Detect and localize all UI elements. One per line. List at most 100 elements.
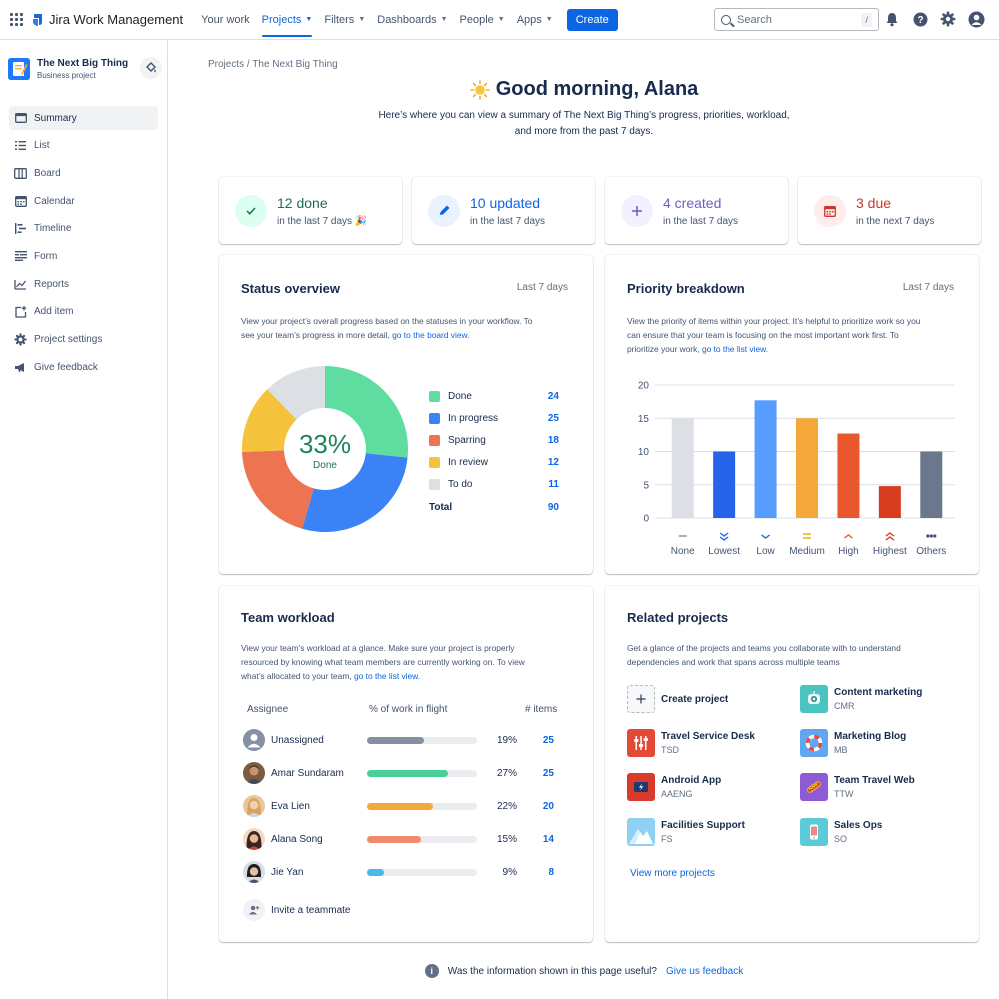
column-header-work: % of work in flight (369, 704, 448, 715)
legend-row-in-review[interactable]: In review 12 (429, 452, 559, 474)
stat-card-updated[interactable]: 10 updated in the last 7 days (412, 177, 595, 244)
legend-row-done[interactable]: Done 24 (429, 385, 559, 407)
bar-highest[interactable] (878, 486, 901, 518)
create-project-button[interactable]: Create project (627, 685, 787, 713)
settings-gear-icon[interactable] (939, 10, 957, 28)
legend-label: Sparring (448, 434, 486, 446)
workload-count[interactable]: 14 (517, 834, 554, 845)
create-button[interactable]: Create (566, 8, 618, 31)
sidebar-item-list[interactable]: List (9, 134, 158, 158)
nav-people[interactable]: People ▼ (454, 0, 511, 40)
related-project-facilities-support[interactable]: Facilities Support FS (627, 818, 787, 846)
nav-projects[interactable]: Projects ▼ (256, 0, 319, 40)
workload-row[interactable]: Amar Sundaram 27% 25 (243, 760, 569, 786)
help-icon[interactable]: ? (911, 10, 929, 28)
page-title: Good morning, Alana (495, 78, 699, 100)
sidebar-item-reports[interactable]: Reports (9, 272, 158, 296)
invite-teammate-button[interactable]: Invite a teammate (243, 899, 350, 921)
breadcrumb[interactable]: Projects / The Next Big Thing (208, 59, 338, 70)
bar-lowest[interactable] (713, 451, 736, 519)
related-project-travel-service-desk[interactable]: Travel Service Desk TSD (627, 729, 787, 757)
breadcrumb-text[interactable]: Projects / The Next Big Thing (208, 59, 338, 70)
bar-none[interactable] (671, 418, 694, 518)
workload-count[interactable]: 8 (517, 867, 554, 878)
stat-card-done[interactable]: 12 done in the last 7 days 🎉 (219, 177, 402, 244)
legend-row-to-do[interactable]: To do 11 (429, 474, 559, 496)
nav-apps[interactable]: Apps ▼ (511, 0, 559, 40)
search-box[interactable]: / (714, 8, 879, 31)
chevron-down-icon: ▼ (305, 16, 313, 23)
sidebar-item-add-item[interactable]: Add item (9, 300, 158, 324)
nav-dashboards[interactable]: Dashboards ▼ (371, 0, 453, 40)
workload-count[interactable]: 25 (517, 768, 554, 779)
board-view-link[interactable]: go to the board view (392, 330, 467, 340)
workload-row[interactable]: Alana Song 15% 14 (243, 826, 569, 852)
sidebar-item-summary[interactable]: Summary (9, 106, 158, 130)
legend-value[interactable]: 18 (548, 435, 559, 446)
bar-medium[interactable] (796, 418, 818, 518)
priority-others-icon (926, 534, 937, 538)
status-overview-card: Status overview Last 7 days View your pr… (219, 255, 593, 574)
workload-row[interactable]: Eva Lien 22% 20 (243, 793, 569, 819)
search-shortcut: / (861, 12, 872, 27)
bar-low[interactable] (754, 400, 777, 518)
sidebar-item-form[interactable]: Form (9, 244, 158, 268)
list-view-link[interactable]: go to the list view (354, 671, 418, 681)
donut-percent: 33% (298, 429, 352, 459)
info-icon: i (424, 964, 439, 978)
theme-paint-icon[interactable] (140, 57, 162, 79)
product-logo[interactable]: Jira Work Management (32, 12, 183, 27)
give-feedback-link[interactable]: Give us feedback (666, 966, 743, 977)
sidebar-item-project-settings[interactable]: Project settings (9, 328, 158, 352)
workload-row[interactable]: Jie Yan 9% 8 (243, 859, 569, 885)
product-name: Jira Work Management (49, 12, 184, 27)
workload-count[interactable]: 25 (517, 735, 554, 746)
sidebar-item-calendar[interactable]: Calendar (9, 189, 158, 213)
workload-row[interactable]: Unassigned 19% 25 (243, 727, 569, 753)
user-avatar-icon[interactable] (967, 10, 985, 28)
stat-caption: in the next 7 days (856, 215, 935, 227)
workload-count[interactable]: 20 (517, 801, 554, 812)
sidebar-item-timeline[interactable]: Timeline (9, 217, 158, 241)
legend-total-value[interactable]: 90 (548, 502, 559, 513)
nav-your-work[interactable]: Your work (195, 0, 256, 40)
sidebar-item-give-feedback[interactable]: Give feedback (9, 355, 158, 379)
column-header-assignee: Assignee (247, 704, 289, 715)
stat-value: 4 created (663, 194, 722, 211)
stat-card-created[interactable]: 4 created in the last 7 days (605, 177, 788, 244)
legend-value[interactable]: 24 (548, 391, 559, 402)
app-switcher-icon[interactable] (10, 12, 24, 27)
legend-row-in-progress[interactable]: In progress 25 (429, 407, 559, 429)
bar-high[interactable] (837, 433, 860, 518)
list-view-link[interactable]: go to the list view (702, 344, 766, 354)
workload-percent: 22% (496, 800, 517, 812)
bar-others[interactable] (920, 451, 943, 519)
priority-highest-icon (885, 532, 895, 541)
desc-line: see your team’s progress in more detail, (241, 330, 390, 340)
related-project-content-marketing[interactable]: Content marketing CMR (800, 685, 960, 713)
related-project-android-app[interactable]: Android App AAENG (627, 773, 787, 801)
related-project-sales-ops[interactable]: Sales Ops SO (800, 818, 960, 846)
view-more-projects-link[interactable]: View more projects (630, 868, 715, 879)
summary-main: Projects / The Next Big Thing Good morni… (169, 40, 999, 999)
legend-value[interactable]: 25 (548, 413, 559, 424)
card-title: Related projects (627, 610, 729, 625)
workload-bar-fill (367, 769, 449, 777)
sidebar-item-label: List (34, 140, 50, 152)
stat-card-due[interactable]: 3 due in the next 7 days (798, 177, 981, 244)
legend-value[interactable]: 12 (548, 457, 559, 468)
project-key: AAENG (661, 789, 693, 799)
notifications-bell-icon[interactable] (883, 10, 901, 28)
chevron-down-icon: ▼ (358, 16, 366, 23)
nav-filters[interactable]: Filters ▼ (318, 0, 371, 40)
search-input[interactable] (737, 13, 847, 26)
related-project-marketing-blog[interactable]: Marketing Blog MB (800, 729, 960, 757)
legend-row-sparring[interactable]: Sparring 18 (429, 429, 559, 451)
legend-value[interactable]: 11 (548, 479, 559, 490)
sliders-icon (627, 729, 655, 757)
card-icon (627, 773, 655, 801)
x-tick-label: Low (756, 546, 775, 557)
x-tick-label: Others (916, 546, 946, 557)
related-project-team-travel-web[interactable]: Team Travel Web TTW (800, 773, 960, 801)
sidebar-item-board[interactable]: Board (9, 161, 158, 185)
